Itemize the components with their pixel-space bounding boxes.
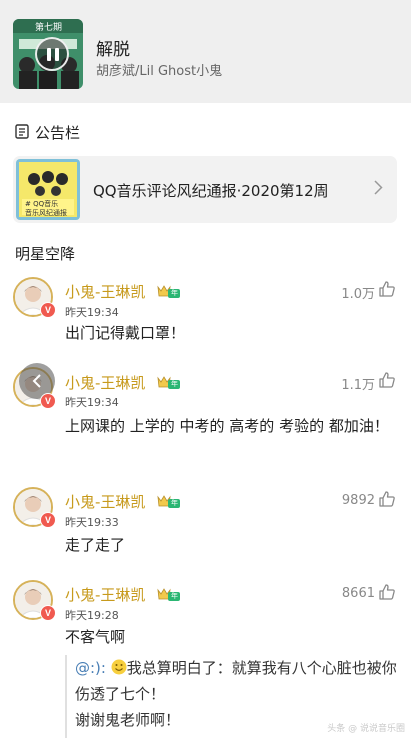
comment-time: 昨天19:34: [65, 396, 119, 409]
pause-button[interactable]: [35, 37, 69, 71]
like-count: 8661: [341, 586, 375, 601]
verified-badge: V: [40, 512, 56, 528]
comment-text: 不客气啊: [65, 628, 126, 646]
reply-author[interactable]: @:):: [75, 659, 106, 677]
star-comments-title: 明星空降: [15, 245, 76, 263]
like-icon[interactable]: [378, 583, 396, 605]
comment-text: 走了走了: [65, 536, 126, 554]
comment-username[interactable]: 小鬼-王琳凯: [65, 281, 145, 302]
song-title: 解脱: [96, 40, 130, 60]
verified-badge: V: [40, 393, 56, 409]
vip-label: 年: [171, 499, 178, 507]
like-count: 9892: [341, 493, 375, 508]
back-arrow-icon: [31, 373, 43, 393]
comment-username[interactable]: 小鬼-王琳凯: [65, 584, 145, 605]
notice-section-title: 公告栏: [35, 124, 81, 142]
like-icon[interactable]: [378, 371, 396, 393]
comment-username[interactable]: 小鬼-王琳凯: [65, 372, 145, 393]
vip-label: 年: [171, 380, 178, 388]
comment-text: 上网课的 上学的 中考的 高考的 考验的 都加油！: [65, 417, 389, 435]
notice-thumbnail: # QQ音乐 音乐风纪通报: [16, 159, 80, 220]
verified-badge: V: [40, 302, 56, 318]
like-count: 1.0万: [341, 287, 375, 302]
comment-text: 出门记得戴口罩！: [65, 324, 186, 342]
thumb-line-2: 音乐风纪通报: [25, 209, 67, 217]
verified-badge: V: [40, 605, 56, 621]
like-icon[interactable]: [378, 490, 396, 512]
cover-caption: 第七期: [35, 23, 63, 33]
notice-card[interactable]: # QQ音乐 音乐风纪通报 QQ音乐评论风纪通报·2020第12周: [13, 156, 397, 223]
chevron-right-icon: [374, 180, 383, 199]
comment-time: 昨天19:33: [65, 516, 119, 529]
comment-time: 昨天19:34: [65, 306, 119, 319]
notice-title: QQ音乐评论风纪通报·2020第12周: [93, 182, 329, 200]
notice-icon: [15, 124, 29, 143]
vip-label: 年: [171, 592, 178, 600]
like-count: 1.1万: [341, 378, 375, 393]
watermark: 头条 @ 说说音乐圈: [327, 724, 405, 734]
now-playing-bar[interactable]: 第七期 解脱 胡彦斌/Lil Ghost小鬼: [0, 0, 411, 103]
comment-time: 昨天19:28: [65, 609, 119, 622]
comment-username[interactable]: 小鬼-王琳凯: [65, 491, 145, 512]
smile-emoji-icon: [111, 657, 127, 675]
like-icon[interactable]: [378, 280, 396, 302]
reply-text-2: 谢谢鬼老师啊！: [75, 711, 181, 729]
song-artist: 胡彦斌/Lil Ghost小鬼: [96, 64, 223, 79]
vip-label: 年: [171, 289, 178, 297]
